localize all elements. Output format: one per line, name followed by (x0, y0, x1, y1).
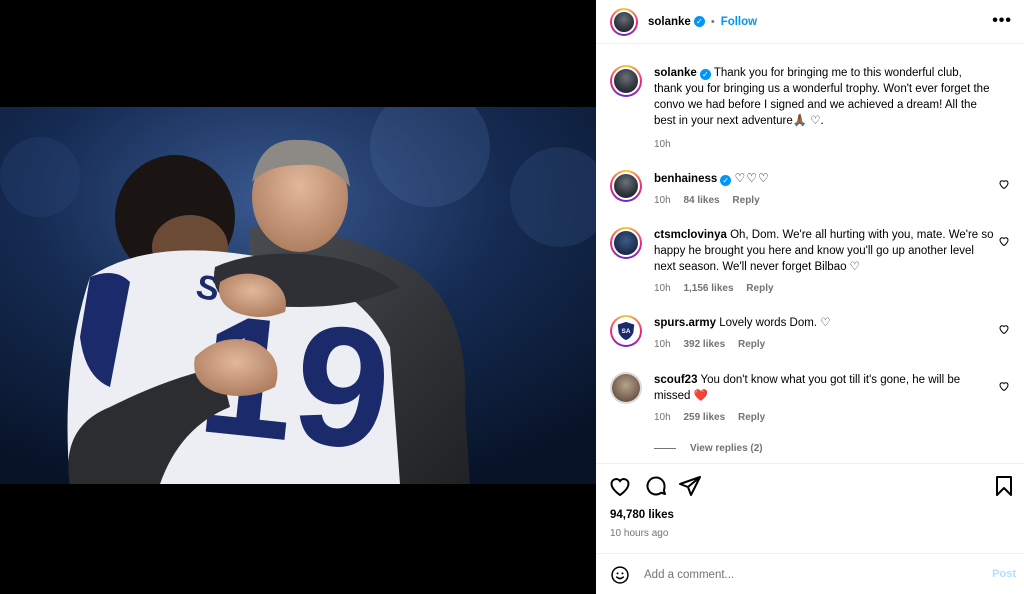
author-avatar[interactable] (610, 7, 638, 36)
verified-badge-icon: ✓ (699, 69, 711, 80)
view-replies-line (654, 447, 676, 449)
comment-body: benhainess ✓ ♡♡♡ 10h 84 likes Reply (654, 170, 954, 209)
heart-icon[interactable] (998, 178, 1010, 190)
post-header: solanke ✓ • Follow ••• (596, 0, 1024, 44)
comment-username[interactable]: benhainess (654, 173, 717, 185)
media-panel: 19 SO (0, 0, 596, 594)
heart-icon[interactable] (998, 323, 1010, 335)
heart-icon[interactable] (998, 235, 1010, 247)
comment-time[interactable]: 10h (654, 339, 671, 350)
post-viewer: 19 SO solanke ✓ • Follow ••• (0, 0, 1024, 594)
svg-text:SA: SA (622, 328, 631, 335)
smile-icon[interactable] (610, 565, 630, 585)
comment-text: ♡♡♡ (734, 171, 770, 185)
comment-icon[interactable] (644, 474, 668, 498)
more-options-icon[interactable]: ••• (992, 12, 1012, 30)
heart-icon[interactable] (608, 474, 632, 498)
comment-username[interactable]: ctsmclovinya (654, 229, 727, 241)
post-panel: solanke ✓ • Follow ••• solanke ✓ Thank yo… (596, 0, 1024, 594)
comments-list[interactable]: solanke ✓ Thank you for bringing me to th… (596, 45, 1024, 463)
reply-button[interactable]: Reply (738, 412, 765, 423)
caption-time[interactable]: 10h (654, 139, 671, 150)
reply-button[interactable]: Reply (732, 195, 759, 206)
verified-badge-icon: ✓ (693, 16, 705, 27)
reply-button[interactable]: Reply (746, 283, 773, 294)
view-replies-button[interactable]: View replies (2) (654, 443, 763, 454)
reply-button[interactable]: Reply (738, 339, 765, 350)
comment-time[interactable]: 10h (654, 283, 671, 294)
comment-username[interactable]: scouf23 (654, 374, 697, 386)
comment-likes[interactable]: 1,156 likes (683, 283, 733, 294)
bookmark-icon[interactable] (992, 474, 1016, 498)
comment-text: You don't know what you got till it's go… (654, 374, 961, 402)
comment-avatar[interactable] (610, 227, 642, 259)
comment-avatar[interactable]: SA (610, 315, 642, 347)
comment-input[interactable] (644, 566, 964, 584)
action-bar (596, 463, 1024, 503)
caption-username[interactable]: solanke (654, 67, 697, 79)
post-comment-button[interactable]: Post (992, 568, 1016, 580)
add-comment-bar: Post (596, 553, 1024, 594)
caption-body: solanke ✓ Thank you for bringing me to th… (654, 65, 990, 153)
comment-avatar[interactable] (610, 170, 642, 202)
comment-avatar[interactable] (610, 372, 642, 404)
view-replies-label: View replies (2) (690, 443, 763, 454)
likes-count[interactable]: 94,780 likes (610, 509, 674, 521)
follow-button[interactable]: Follow (721, 16, 757, 28)
comment-time[interactable]: 10h (654, 412, 671, 423)
comment-body: spurs.army Lovely words Dom. ♡ 10h 392 l… (654, 315, 990, 353)
share-icon[interactable] (678, 474, 702, 498)
author-username[interactable]: solanke (648, 16, 691, 28)
caption-avatar[interactable] (610, 65, 642, 97)
post-photo-illustration: 19 SO (0, 107, 596, 484)
post-time[interactable]: 10 hours ago (610, 528, 668, 539)
comment-likes[interactable]: 259 likes (683, 412, 725, 423)
comment-body: scouf23 You don't know what you got till… (654, 372, 974, 426)
header-separator: • (710, 15, 715, 28)
spurs-army-logo-icon: SA (617, 321, 635, 341)
comment-likes[interactable]: 392 likes (683, 339, 725, 350)
post-photo[interactable]: 19 SO (0, 107, 596, 484)
heart-icon[interactable] (998, 380, 1010, 392)
comment-time[interactable]: 10h (654, 195, 671, 206)
verified-badge-icon: ✓ (720, 175, 732, 186)
comment-text: Lovely words Dom. ♡ (719, 317, 831, 329)
comment-body: ctsmclovinya Oh, Dom. We're all hurting … (654, 227, 994, 297)
comment-likes[interactable]: 84 likes (683, 195, 719, 206)
comment-username[interactable]: spurs.army (654, 317, 716, 329)
